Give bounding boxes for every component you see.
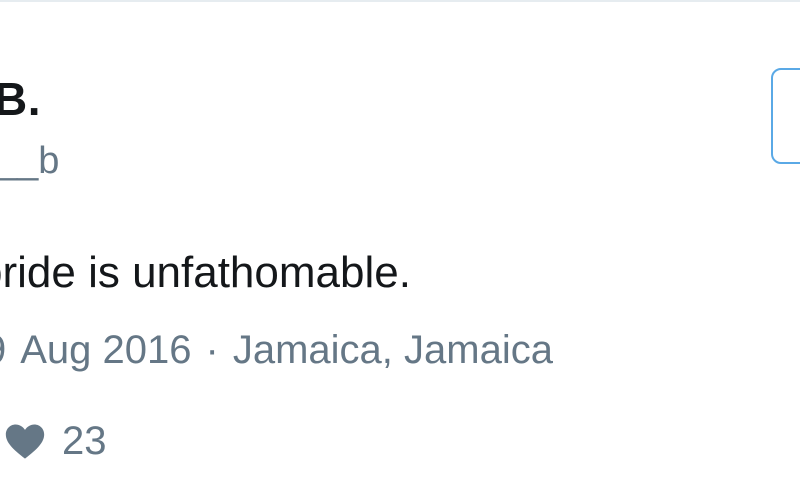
heart-icon-graphic [5, 424, 45, 459]
author-display-name[interactable]: B. [0, 72, 41, 126]
author-handle[interactable]: __b [0, 140, 59, 183]
like-count: 23 [62, 418, 107, 463]
meta-separator: · [205, 328, 219, 372]
tweet-time[interactable]: 9 [0, 328, 6, 373]
tweet-date[interactable]: Aug 2016 [20, 328, 191, 373]
tweet-text: pride is unfathomable. [0, 248, 411, 297]
follow-button[interactable] [771, 68, 800, 164]
tweet-actions: 23 [0, 416, 107, 466]
heart-icon[interactable] [2, 418, 48, 464]
tweet-card: B. __b pride is unfathomable. 9 Aug 2016… [0, 0, 800, 503]
tweet-location[interactable]: Jamaica, Jamaica [233, 328, 553, 373]
tweet-meta: 9 Aug 2016 · Jamaica, Jamaica [0, 328, 553, 373]
